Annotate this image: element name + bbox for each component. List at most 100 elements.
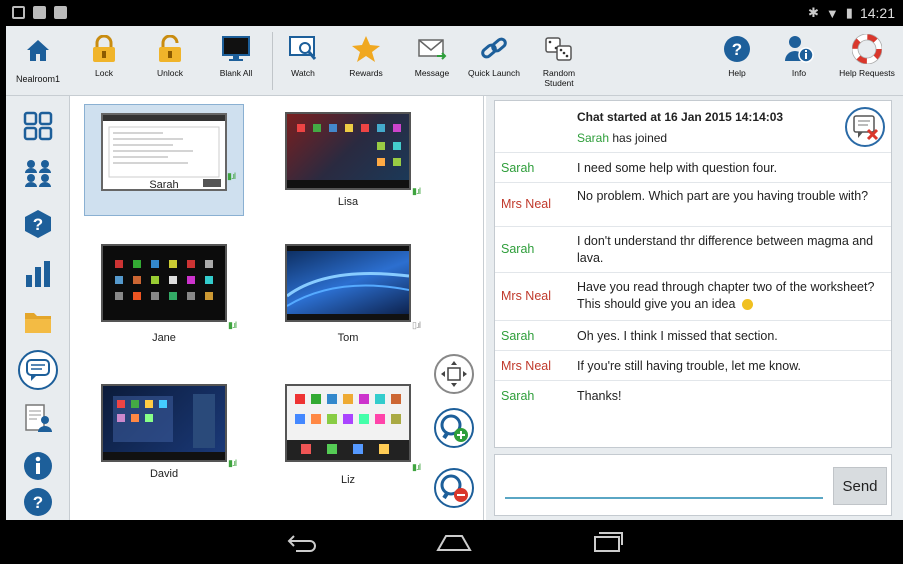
- help-button[interactable]: ? Help: [714, 26, 760, 96]
- info-icon: [24, 452, 52, 480]
- sidebar: ? ?: [6, 96, 70, 520]
- signal-icon: ▮.ıl: [412, 186, 421, 196]
- sidebar-item-thumbnails[interactable]: [22, 110, 54, 142]
- watch-button[interactable]: Watch: [278, 26, 328, 96]
- rewards-button[interactable]: Rewards: [340, 26, 392, 96]
- end-chat-button[interactable]: [845, 107, 885, 147]
- send-button[interactable]: Send: [833, 467, 887, 505]
- zoom-in-icon: [440, 414, 468, 442]
- grid-icon: [23, 111, 53, 141]
- student-screen: [101, 384, 227, 462]
- chat-message: Sarah Thanks!: [501, 389, 622, 403]
- toolbar-divider: [272, 32, 273, 90]
- help-circle-icon: ?: [24, 488, 52, 516]
- chat-message: Sarah Oh yes. I think I missed that sect…: [495, 321, 891, 351]
- sidebar-item-student-register[interactable]: [22, 402, 54, 434]
- app-window: Nealroom1 Lock Unlock Blank All Watch Re…: [6, 26, 903, 520]
- svg-text:?: ?: [33, 215, 43, 234]
- screenshot-icon: [33, 6, 46, 19]
- zoom-in-button[interactable]: [434, 408, 474, 448]
- status-bar: ✱ ▼ ▮ 14:21: [0, 0, 903, 26]
- sidebar-item-files[interactable]: [22, 306, 54, 338]
- student-thumbnail-jane[interactable]: Jane ▮.ıl: [84, 236, 244, 348]
- bluetooth-icon: ✱: [808, 5, 819, 20]
- signal-icon: ▮.ıl: [228, 320, 237, 330]
- student-thumbnail-lisa[interactable]: Lisa ▮.ıl: [268, 104, 428, 216]
- envelope-icon: [417, 34, 447, 64]
- folder-icon: [25, 313, 51, 333]
- blank-all-button[interactable]: Blank All: [210, 26, 262, 96]
- message-button[interactable]: Message: [406, 26, 458, 96]
- wifi-icon: ▼: [825, 5, 839, 21]
- watch-screen-icon: [288, 34, 318, 64]
- chat-joined-text: Sarah has joined: [577, 131, 668, 145]
- smiley-icon: [741, 299, 753, 311]
- android-nav-bar: [0, 520, 903, 564]
- sidebar-item-results[interactable]: [22, 258, 54, 290]
- unlock-button[interactable]: Unlock: [144, 26, 196, 96]
- home-icon: [27, 40, 49, 61]
- recent-apps-button[interactable]: [588, 530, 628, 554]
- sidebar-item-groups[interactable]: [22, 158, 54, 190]
- unlock-icon: [155, 34, 185, 64]
- student-thumbnail-tom[interactable]: Tom ▯.ıl: [268, 236, 428, 348]
- student-screen: [285, 384, 411, 462]
- signal-icon: ▮.ıl: [412, 462, 421, 472]
- student-thumbnail-sarah[interactable]: Sarah ▮.ıl: [84, 104, 244, 216]
- end-chat-icon: [853, 115, 879, 141]
- student-screen: [285, 112, 411, 190]
- home-button[interactable]: [434, 530, 474, 554]
- chat-message: Mrs Neal No problem. Which part are you …: [495, 183, 891, 227]
- chat-message: Sarah I need some help with question fou…: [495, 153, 891, 183]
- sidebar-item-chat[interactable]: [18, 350, 58, 390]
- monitor-icon: [221, 34, 251, 64]
- chat-message-input[interactable]: [505, 473, 823, 499]
- zoom-out-icon: [440, 474, 468, 502]
- lifebuoy-icon: [852, 34, 882, 64]
- back-button[interactable]: [283, 530, 323, 554]
- random-student-button[interactable]: Random Student: [532, 26, 586, 96]
- chat-message: Mrs Neal Have you read through chapter t…: [495, 273, 891, 321]
- move-arrows-icon: [441, 361, 467, 387]
- quick-launch-button[interactable]: Quick Launch: [464, 26, 524, 96]
- student-thumbnails-panel: Sarah ▮.ıl Lisa ▮.ıl Jane ▮.ıl Tom ▯.ıl: [72, 96, 484, 520]
- lock-icon: [89, 34, 119, 64]
- back-icon: [287, 535, 316, 552]
- sidebar-item-help[interactable]: ?: [22, 486, 54, 518]
- bar-chart-icon: [26, 261, 50, 287]
- notification-icon: [12, 6, 25, 19]
- signal-icon: ▮.ıl: [227, 171, 236, 181]
- sidebar-item-information[interactable]: [22, 450, 54, 482]
- lock-button[interactable]: Lock: [78, 26, 130, 96]
- battery-icon: ▮: [845, 5, 853, 20]
- svg-text:?: ?: [33, 493, 43, 512]
- group-icon: [25, 160, 51, 187]
- chat-input-bar: Send: [494, 454, 892, 516]
- signal-icon: ▮.ıl: [228, 458, 237, 468]
- signal-icon: ▯.ıl: [412, 320, 421, 330]
- dice-icon: [544, 34, 574, 64]
- room-button[interactable]: Nealroom1: [6, 26, 70, 96]
- chat-log: Chat started at 16 Jan 2015 14:14:03 Sar…: [494, 100, 892, 448]
- room-name: Nealroom1: [15, 74, 61, 84]
- info-button[interactable]: Info: [776, 26, 822, 96]
- link-icon: [479, 34, 509, 64]
- fit-screen-button[interactable]: [434, 354, 474, 394]
- question-icon: ?: [722, 34, 752, 64]
- student-screen: [285, 244, 411, 322]
- chat-panel: Chat started at 16 Jan 2015 14:14:03 Sar…: [486, 96, 903, 520]
- user-info-icon: [784, 34, 814, 64]
- chat-notification-icon: [54, 6, 67, 19]
- toolbar: Nealroom1 Lock Unlock Blank All Watch Re…: [6, 26, 903, 96]
- help-requests-button[interactable]: Help Requests: [834, 26, 900, 96]
- clock: 14:21: [859, 5, 895, 21]
- sidebar-item-questions[interactable]: ?: [22, 208, 54, 240]
- student-thumbnail-liz[interactable]: Liz ▮.ıl: [268, 376, 428, 488]
- star-icon: [351, 34, 381, 64]
- student-screen: [101, 244, 227, 322]
- chat-message: Mrs Neal If you're still having trouble,…: [495, 351, 891, 381]
- chat-bubble-icon: [26, 359, 50, 381]
- svg-text:?: ?: [732, 40, 742, 59]
- student-thumbnail-david[interactable]: David ▮.ıl: [84, 376, 244, 488]
- zoom-out-button[interactable]: [434, 468, 474, 508]
